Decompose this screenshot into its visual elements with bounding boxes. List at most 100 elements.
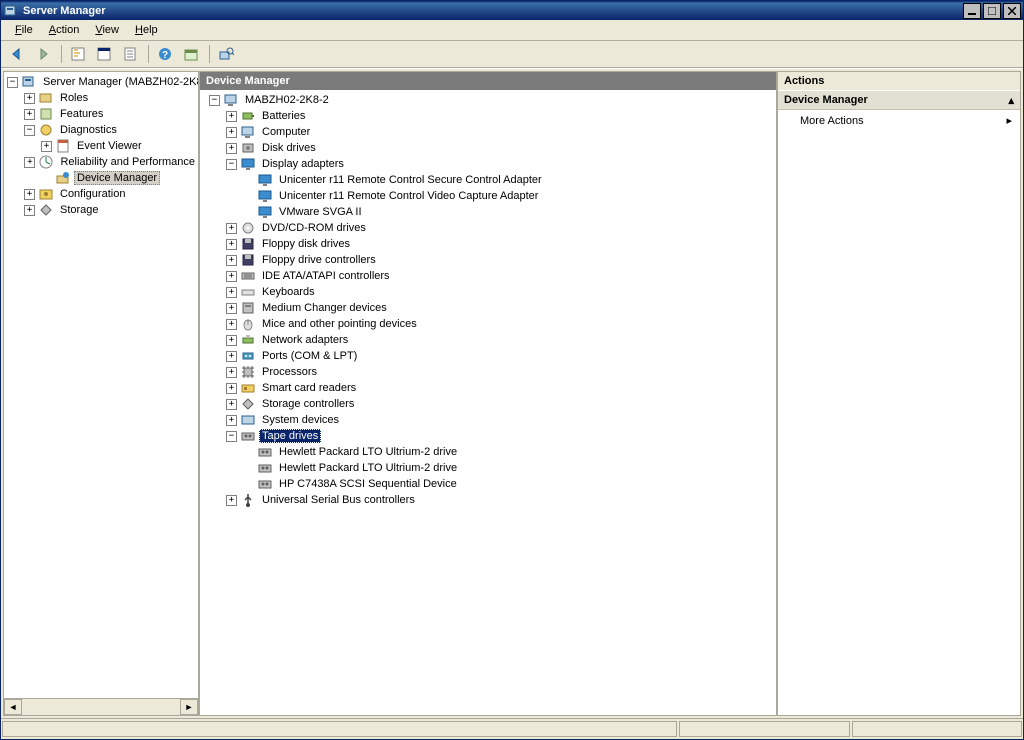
device-label[interactable]: Keyboards	[259, 285, 318, 299]
device-label[interactable]: Universal Serial Bus controllers	[259, 493, 418, 507]
expand-icon[interactable]: +	[223, 220, 240, 236]
device-category[interactable]: + Computer	[200, 124, 776, 140]
tree-label[interactable]: Reliability and Performance	[57, 155, 198, 169]
show-hide-tree-button[interactable]	[66, 42, 90, 66]
tree-item[interactable]: +Storage	[4, 202, 198, 218]
menu-help[interactable]: Help	[127, 22, 166, 38]
device-category[interactable]: + Mice and other pointing devices	[200, 316, 776, 332]
device-label[interactable]: Floppy disk drives	[259, 237, 353, 251]
properties-button[interactable]	[92, 42, 116, 66]
expand-icon[interactable]: +	[223, 332, 240, 348]
actions-sub-header[interactable]: Device Manager ▴	[778, 90, 1020, 110]
collapse-icon[interactable]: −	[4, 74, 21, 90]
device-category[interactable]: + Universal Serial Bus controllers	[200, 492, 776, 508]
menu-file[interactable]: File	[7, 22, 41, 38]
device-label[interactable]: IDE ATA/ATAPI controllers	[259, 269, 393, 283]
tree-label[interactable]: Diagnostics	[57, 123, 120, 137]
expand-icon[interactable]: +	[223, 108, 240, 124]
device-category[interactable]: + Storage controllers	[200, 396, 776, 412]
expand-icon[interactable]: +	[21, 202, 38, 218]
expand-icon[interactable]: +	[223, 348, 240, 364]
device-category[interactable]: + Medium Changer devices	[200, 300, 776, 316]
expand-icon[interactable]: +	[21, 186, 38, 202]
device-category[interactable]: + DVD/CD-ROM drives	[200, 220, 776, 236]
forward-button[interactable]	[31, 42, 55, 66]
menu-view[interactable]: View	[87, 22, 127, 38]
scroll-right-button[interactable]: ►	[180, 699, 198, 715]
collapse-icon[interactable]: −	[223, 428, 240, 444]
device-category[interactable]: +Smart card readers	[200, 380, 776, 396]
tree-item[interactable]: Device Manager	[4, 170, 198, 186]
expand-icon[interactable]: +	[223, 268, 240, 284]
refresh-button[interactable]	[179, 42, 203, 66]
device-label[interactable]: Computer	[259, 125, 313, 139]
device-category[interactable]: +Keyboards	[200, 284, 776, 300]
tree-item[interactable]: + Reliability and Performance	[4, 154, 198, 170]
device-label[interactable]: System devices	[259, 413, 342, 427]
expand-icon[interactable]: +	[223, 412, 240, 428]
device-label[interactable]: Medium Changer devices	[259, 301, 390, 315]
device-item[interactable]: Hewlett Packard LTO Ultrium-2 drive	[200, 460, 776, 476]
expand-icon[interactable]: +	[223, 364, 240, 380]
minimize-button[interactable]	[963, 3, 981, 19]
device-label[interactable]: Storage controllers	[259, 397, 357, 411]
device-label[interactable]: Hewlett Packard LTO Ultrium-2 drive	[276, 445, 460, 459]
maximize-button[interactable]	[983, 3, 1001, 19]
scan-hardware-button[interactable]	[214, 42, 238, 66]
tree-label[interactable]: Device Manager	[74, 171, 160, 185]
expand-icon[interactable]: +	[223, 380, 240, 396]
tree-label[interactable]: Features	[57, 107, 106, 121]
export-list-button[interactable]	[118, 42, 142, 66]
device-item[interactable]: Unicenter r11 Remote Control Secure Cont…	[200, 172, 776, 188]
expand-icon[interactable]: +	[223, 124, 240, 140]
tree-item[interactable]: + Features	[4, 106, 198, 122]
device-category[interactable]: + Floppy disk drives	[200, 236, 776, 252]
tree-label[interactable]: Roles	[57, 91, 91, 105]
device-item[interactable]: Hewlett Packard LTO Ultrium-2 drive	[200, 444, 776, 460]
device-category[interactable]: + System devices	[200, 412, 776, 428]
device-label[interactable]: Mice and other pointing devices	[259, 317, 420, 331]
device-label[interactable]: Ports (COM & LPT)	[259, 349, 360, 363]
expand-icon[interactable]: +	[223, 492, 240, 508]
device-category[interactable]: + Ports (COM & LPT)	[200, 348, 776, 364]
device-label[interactable]: Floppy drive controllers	[259, 253, 379, 267]
device-category[interactable]: + Batteries	[200, 108, 776, 124]
device-tree[interactable]: −MABZH02-2K8-2+Batteries+Computer+Disk d…	[200, 90, 776, 715]
device-category[interactable]: +Floppy drive controllers	[200, 252, 776, 268]
scope-scrollbar[interactable]: ◄ ►	[4, 698, 198, 715]
more-actions-item[interactable]: More Actions ▸	[778, 110, 1020, 131]
back-button[interactable]	[5, 42, 29, 66]
scroll-left-button[interactable]: ◄	[4, 699, 22, 715]
expand-icon[interactable]: +	[223, 236, 240, 252]
expand-icon[interactable]: +	[38, 138, 55, 154]
device-label[interactable]: Batteries	[259, 109, 308, 123]
tree-label[interactable]: Server Manager (MABZH02-2K8-2)	[40, 75, 198, 89]
close-button[interactable]	[1003, 3, 1021, 19]
device-category[interactable]: −Display adapters	[200, 156, 776, 172]
menu-action[interactable]: Action	[41, 22, 88, 38]
tree-item[interactable]: + Configuration	[4, 186, 198, 202]
expand-icon[interactable]: +	[21, 90, 38, 106]
device-label[interactable]: Tape drives	[259, 429, 321, 443]
collapse-icon[interactable]: −	[21, 122, 38, 138]
device-item[interactable]: HP C7438A SCSI Sequential Device	[200, 476, 776, 492]
device-root[interactable]: − MABZH02-2K8-2	[200, 92, 776, 108]
expand-icon[interactable]: +	[21, 106, 38, 122]
device-category[interactable]: + Processors	[200, 364, 776, 380]
device-label[interactable]: MABZH02-2K8-2	[242, 93, 332, 107]
tree-label[interactable]: Configuration	[57, 187, 128, 201]
collapse-icon[interactable]: −	[206, 92, 223, 108]
device-label[interactable]: DVD/CD-ROM drives	[259, 221, 369, 235]
tree-root[interactable]: − Server Manager (MABZH02-2K8-2)	[4, 74, 198, 90]
expand-icon[interactable]: +	[223, 300, 240, 316]
expand-icon[interactable]: +	[223, 316, 240, 332]
device-label[interactable]: Unicenter r11 Remote Control Video Captu…	[276, 189, 541, 203]
scope-tree[interactable]: −Server Manager (MABZH02-2K8-2)+Roles+Fe…	[4, 72, 198, 698]
device-label[interactable]: Hewlett Packard LTO Ultrium-2 drive	[276, 461, 460, 475]
expand-icon[interactable]: +	[21, 154, 38, 170]
device-label[interactable]: Processors	[259, 365, 320, 379]
expand-icon[interactable]: +	[223, 396, 240, 412]
device-category[interactable]: +Disk drives	[200, 140, 776, 156]
expand-icon[interactable]: +	[223, 140, 240, 156]
device-category[interactable]: + IDE ATA/ATAPI controllers	[200, 268, 776, 284]
